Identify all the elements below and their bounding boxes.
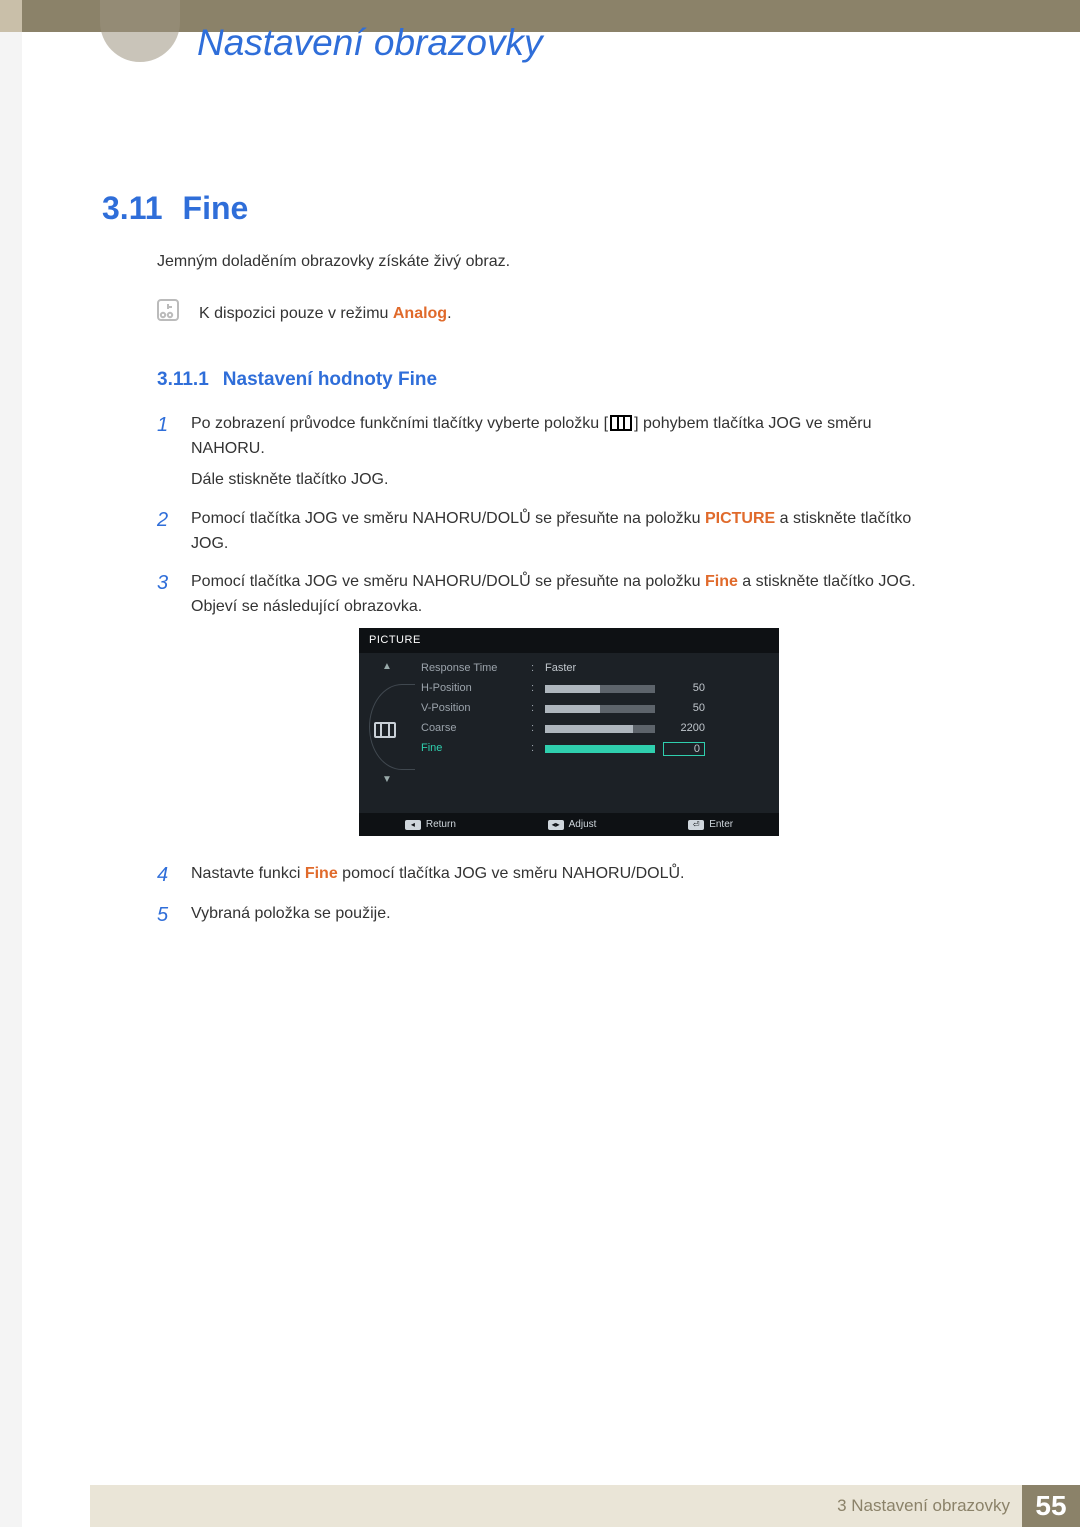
side-margin-stripe: [0, 0, 22, 32]
osd-colon: :: [531, 680, 545, 697]
step-number: 1: [157, 412, 191, 492]
step-number: 3: [157, 570, 191, 848]
note-icon: [155, 297, 185, 333]
step-text: Nastavte funkci Fine pomocí tlačítka JOG…: [191, 862, 947, 888]
section-number: 3.11: [102, 190, 163, 226]
osd-row-coarse: Coarse : 2200: [421, 719, 767, 739]
body: Jemným doladěním obrazovky získáte živý …: [157, 250, 947, 942]
chapter-badge: [100, 0, 180, 62]
step-text: Po zobrazení průvodce funkčními tlačítky…: [191, 412, 947, 492]
step-3-highlight: Fine: [705, 573, 738, 590]
osd-rows: Response Time : Faster H-Position : 50: [415, 653, 779, 813]
section-title: Fine: [183, 190, 249, 226]
osd-return-icon: ◂: [405, 820, 421, 830]
osd-footer-adjust: ◂▸ Adjust: [548, 817, 597, 833]
osd-row-v-position: V-Position : 50: [421, 699, 767, 719]
osd-adjust-icon: ◂▸: [548, 820, 564, 830]
osd-colon: :: [531, 660, 545, 677]
step-number: 2: [157, 507, 191, 557]
step-1: 1 Po zobrazení průvodce funkčními tlačít…: [157, 412, 947, 492]
osd-label: V-Position: [421, 700, 531, 717]
osd-slider: [545, 745, 655, 753]
osd-row-fine: Fine : 0: [421, 739, 767, 759]
osd-colon: :: [531, 740, 545, 757]
osd-category-icon: [374, 722, 396, 738]
step-4-b: pomocí tlačítka JOG ve směru NAHORU/DOLŮ…: [338, 865, 685, 882]
chapter-title: Nastavení obrazovky: [197, 22, 543, 64]
osd-screenshot: PICTURE ▲ ▼ Response: [359, 628, 779, 837]
page-number: 55: [1022, 1485, 1080, 1527]
note-text: K dispozici pouze v režimu Analog.: [199, 302, 452, 327]
step-4: 4 Nastavte funkci Fine pomocí tlačítka J…: [157, 862, 947, 888]
osd-footer: ◂ Return ◂▸ Adjust ⏎ Enter: [359, 813, 779, 837]
subsection-title: Nastavení hodnoty Fine: [223, 369, 437, 390]
osd-slider: [545, 685, 655, 693]
intro-text: Jemným doladěním obrazovky získáte živý …: [157, 250, 947, 275]
osd-label: Response Time: [421, 660, 531, 677]
osd-label: Coarse: [421, 720, 531, 737]
osd-left-panel: ▲ ▼: [359, 653, 415, 813]
osd-row-response-time: Response Time : Faster: [421, 659, 767, 679]
step-4-highlight: Fine: [305, 865, 338, 882]
subsection-number: 3.11.1: [157, 369, 209, 390]
step-4-a: Nastavte funkci: [191, 865, 305, 882]
page: Nastavení obrazovky 3.11 Fine Jemným dola…: [22, 0, 1080, 1527]
header-bar: [22, 0, 1080, 32]
step-text: Vybraná položka se použije.: [191, 902, 947, 928]
section-heading: 3.11 Fine: [102, 190, 248, 227]
osd-value: 2200: [665, 720, 705, 737]
osd-footer-label: Adjust: [569, 817, 597, 833]
osd-enter-icon: ⏎: [688, 820, 704, 830]
osd-value: Faster: [545, 660, 576, 677]
osd-value-box: 0: [663, 742, 705, 756]
note-suffix: .: [447, 305, 451, 322]
osd-footer-label: Return: [426, 817, 456, 833]
osd-footer-label: Enter: [709, 817, 733, 833]
osd-title: PICTURE: [359, 628, 779, 653]
osd-label: H-Position: [421, 680, 531, 697]
step-1-c: Dále stiskněte tlačítko JOG.: [191, 471, 388, 488]
note-prefix: K dispozici pouze v režimu: [199, 305, 393, 322]
step-text: Pomocí tlačítka JOG ve směru NAHORU/DOLŮ…: [191, 507, 947, 557]
steps-list: 1 Po zobrazení průvodce funkčními tlačít…: [157, 412, 947, 928]
osd-row-h-position: H-Position : 50: [421, 679, 767, 699]
osd-colon: :: [531, 720, 545, 737]
step-2-highlight: PICTURE: [705, 510, 775, 527]
osd-value: 50: [665, 680, 705, 697]
note: K dispozici pouze v režimu Analog.: [157, 297, 947, 333]
menu-icon: [610, 415, 632, 431]
step-number: 4: [157, 862, 191, 888]
step-number: 5: [157, 902, 191, 928]
step-5: 5 Vybraná položka se použije.: [157, 902, 947, 928]
osd-footer-return: ◂ Return: [405, 817, 456, 833]
step-text: Pomocí tlačítka JOG ve směru NAHORU/DOLŮ…: [191, 570, 947, 848]
footer-chapter-label: 3 Nastavení obrazovky: [837, 1496, 1010, 1516]
osd-slider: [545, 705, 655, 713]
subsection-heading: 3.11.1 Nastavení hodnoty Fine: [157, 365, 947, 394]
step-3-a: Pomocí tlačítka JOG ve směru NAHORU/DOLŮ…: [191, 573, 705, 590]
osd-label: Fine: [421, 740, 531, 757]
step-1-a: Po zobrazení průvodce funkčními tlačítky…: [191, 415, 608, 432]
osd-arrow-down-icon: ▼: [382, 772, 392, 788]
osd-value: 50: [665, 700, 705, 717]
note-highlight: Analog: [393, 305, 447, 322]
osd-colon: :: [531, 700, 545, 717]
page-footer: 3 Nastavení obrazovky 55: [22, 1485, 1080, 1527]
step-3: 3 Pomocí tlačítka JOG ve směru NAHORU/DO…: [157, 570, 947, 848]
osd-arrow-up-icon: ▲: [382, 659, 392, 675]
osd-footer-enter: ⏎ Enter: [688, 817, 733, 833]
step-2-a: Pomocí tlačítka JOG ve směru NAHORU/DOLŮ…: [191, 510, 705, 527]
step-2: 2 Pomocí tlačítka JOG ve směru NAHORU/DO…: [157, 507, 947, 557]
osd-slider: [545, 725, 655, 733]
